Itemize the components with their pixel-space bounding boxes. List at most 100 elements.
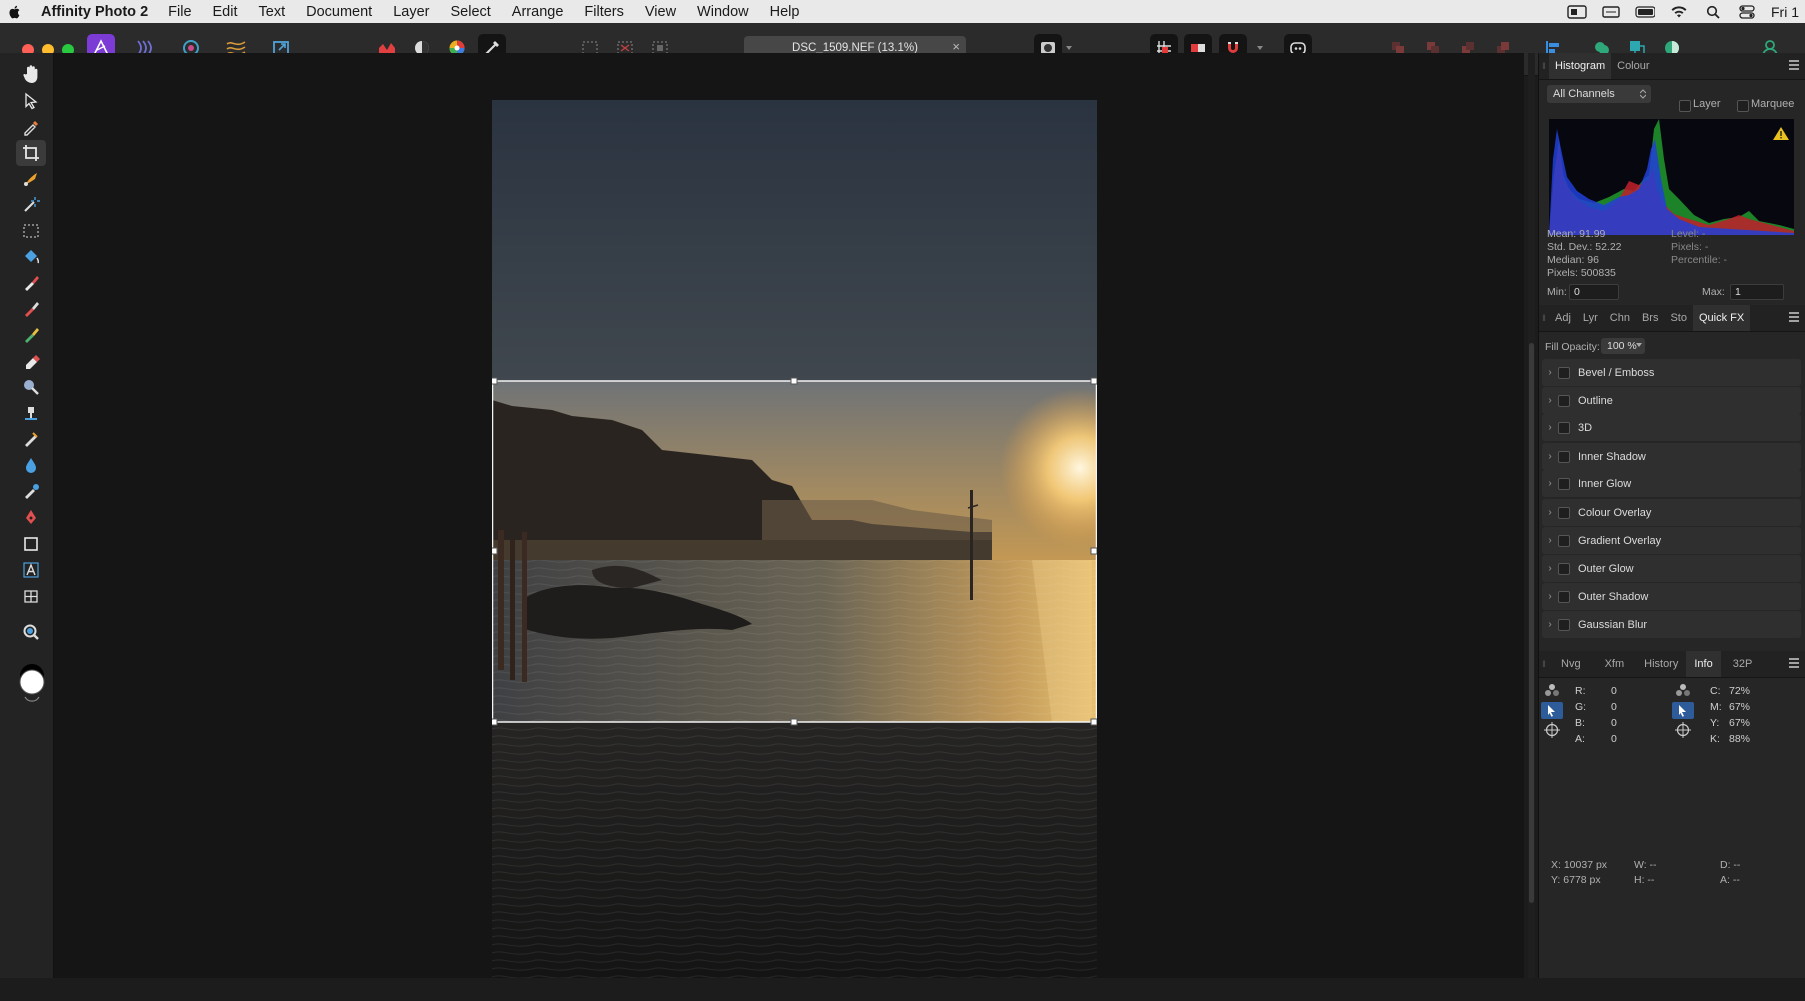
artistic-text-tool-icon[interactable] <box>16 557 46 583</box>
app-name-menu[interactable]: Affinity Photo 2 <box>41 4 148 20</box>
menu-file[interactable]: File <box>168 4 191 20</box>
tab-layers[interactable]: Lyr <box>1577 305 1604 331</box>
colour-mode-icon[interactable] <box>1543 683 1561 700</box>
menubar-clock[interactable]: Fri 1 <box>1771 4 1799 20</box>
fx-row-inner-shadow[interactable]: › Inner Shadow <box>1542 443 1801 470</box>
expand-chevron-icon[interactable]: › <box>1542 367 1558 378</box>
expand-chevron-icon[interactable]: › <box>1542 563 1558 574</box>
fx-enable-checkbox[interactable] <box>1558 366 1570 379</box>
document-close-icon[interactable]: × <box>952 39 960 54</box>
tab-histogram[interactable]: Histogram <box>1549 53 1612 79</box>
expand-chevron-icon[interactable]: › <box>1542 395 1558 406</box>
panel-grip-icon[interactable]: ‖ <box>1539 651 1549 677</box>
marquee-checkbox[interactable] <box>1737 100 1749 112</box>
fill-opacity-field[interactable]: 100 % <box>1601 338 1645 354</box>
tab-info[interactable]: Info <box>1686 651 1721 677</box>
flood-select-tool-icon[interactable] <box>16 192 46 218</box>
fx-row-outline[interactable]: › Outline <box>1542 387 1801 414</box>
paint-brush-tool-icon[interactable] <box>16 270 46 296</box>
rectangle-tool-icon[interactable] <box>16 531 46 557</box>
spotlight-search-icon[interactable] <box>1703 5 1723 19</box>
document-canvas[interactable] <box>54 53 1524 978</box>
fx-row-bevel-emboss[interactable]: › Bevel / Emboss <box>1542 359 1801 386</box>
fx-row-3d[interactable]: › 3D <box>1542 414 1801 441</box>
menu-document[interactable]: Document <box>306 4 372 20</box>
menu-filters[interactable]: Filters <box>584 4 623 20</box>
crop-tool-icon[interactable] <box>16 140 46 166</box>
paint-mixer-brush-icon[interactable] <box>16 322 46 348</box>
pen-tool-icon[interactable] <box>16 504 46 530</box>
info-panel-menu-icon[interactable] <box>1788 657 1800 669</box>
mesh-warp-tool-icon[interactable] <box>16 583 46 609</box>
fx-enable-checkbox[interactable] <box>1558 562 1570 575</box>
selection-brush-tool-icon[interactable] <box>16 166 46 192</box>
fx-row-gaussian-blur[interactable]: › Gaussian Blur <box>1542 611 1801 638</box>
tab-adjustments[interactable]: Adj <box>1549 305 1577 331</box>
layer-checkbox[interactable] <box>1679 100 1691 112</box>
fx-enable-checkbox[interactable] <box>1558 421 1570 434</box>
panel-grip-icon[interactable]: ‖ <box>1539 53 1549 79</box>
menu-help[interactable]: Help <box>770 4 800 20</box>
pointer-target-icon[interactable] <box>1672 702 1694 719</box>
fx-row-inner-glow[interactable]: › Inner Glow <box>1542 470 1801 497</box>
move-tool-icon[interactable] <box>16 88 46 114</box>
canvas-vertical-scrollbar[interactable] <box>1528 53 1535 978</box>
colour-mode-icon[interactable] <box>1674 683 1692 700</box>
menu-arrange[interactable]: Arrange <box>512 4 564 20</box>
menu-edit[interactable]: Edit <box>213 4 238 20</box>
rectangular-marquee-tool-icon[interactable] <box>16 218 46 244</box>
colour-swatches-icon[interactable] <box>16 658 46 702</box>
menu-layer[interactable]: Layer <box>393 4 429 20</box>
smudge-brush-tool-icon[interactable] <box>16 478 46 504</box>
crosshair-target-icon[interactable] <box>1544 722 1560 741</box>
healing-brush-tool-icon[interactable] <box>16 426 46 452</box>
tab-history[interactable]: History <box>1636 651 1686 677</box>
expand-chevron-icon[interactable]: › <box>1542 591 1558 602</box>
fx-enable-checkbox[interactable] <box>1558 506 1570 519</box>
fx-enable-checkbox[interactable] <box>1558 477 1570 490</box>
scrollbar-thumb[interactable] <box>1529 343 1534 903</box>
zoom-tool-icon[interactable] <box>16 619 46 645</box>
fx-enable-checkbox[interactable] <box>1558 534 1570 547</box>
tab-navigator[interactable]: Nvg <box>1549 651 1593 677</box>
expand-chevron-icon[interactable]: › <box>1542 422 1558 433</box>
tab-transform[interactable]: Xfm <box>1593 651 1637 677</box>
color-picker-tool-icon[interactable] <box>16 114 46 140</box>
tab-32p[interactable]: 32P <box>1721 651 1765 677</box>
control-center-icon[interactable] <box>1737 4 1757 19</box>
menu-window[interactable]: Window <box>697 4 749 20</box>
menu-select[interactable]: Select <box>450 4 490 20</box>
view-tool-hand-icon[interactable] <box>16 61 46 87</box>
fx-row-gradient-overlay[interactable]: › Gradient Overlay <box>1542 527 1801 554</box>
erase-brush-tool-icon[interactable] <box>16 348 46 374</box>
blur-brush-tool-icon[interactable] <box>16 452 46 478</box>
wifi-icon[interactable] <box>1669 5 1689 19</box>
tab-colour[interactable]: Colour <box>1611 53 1655 79</box>
fx-row-outer-glow[interactable]: › Outer Glow <box>1542 555 1801 582</box>
affinity-status-icon[interactable] <box>1567 4 1587 19</box>
tab-channels[interactable]: Chn <box>1604 305 1636 331</box>
histogram-panel-menu-icon[interactable] <box>1788 59 1800 71</box>
max-input[interactable]: 1 <box>1730 284 1784 300</box>
pixel-tool-icon[interactable] <box>16 296 46 322</box>
flood-fill-tool-icon[interactable] <box>16 244 46 270</box>
pointer-target-icon[interactable] <box>1541 702 1563 719</box>
battery-icon[interactable] <box>1635 5 1655 19</box>
display-icon[interactable] <box>1601 5 1621 19</box>
channel-select[interactable]: All Channels <box>1547 85 1651 103</box>
expand-chevron-icon[interactable]: › <box>1542 451 1558 462</box>
fx-row-colour-overlay[interactable]: › Colour Overlay <box>1542 499 1801 526</box>
expand-chevron-icon[interactable]: › <box>1542 619 1558 630</box>
menu-text[interactable]: Text <box>259 4 286 20</box>
tab-stock[interactable]: Sto <box>1664 305 1693 331</box>
expand-chevron-icon[interactable]: › <box>1542 535 1558 546</box>
panel-grip-icon[interactable]: ‖ <box>1539 305 1549 331</box>
min-input[interactable]: 0 <box>1569 284 1619 300</box>
expand-chevron-icon[interactable]: › <box>1542 507 1558 518</box>
fx-row-outer-shadow[interactable]: › Outer Shadow <box>1542 583 1801 610</box>
fx-enable-checkbox[interactable] <box>1558 590 1570 603</box>
fx-panel-menu-icon[interactable] <box>1788 311 1800 323</box>
fx-enable-checkbox[interactable] <box>1558 394 1570 407</box>
dodge-brush-tool-icon[interactable] <box>16 374 46 400</box>
fx-enable-checkbox[interactable] <box>1558 618 1570 631</box>
